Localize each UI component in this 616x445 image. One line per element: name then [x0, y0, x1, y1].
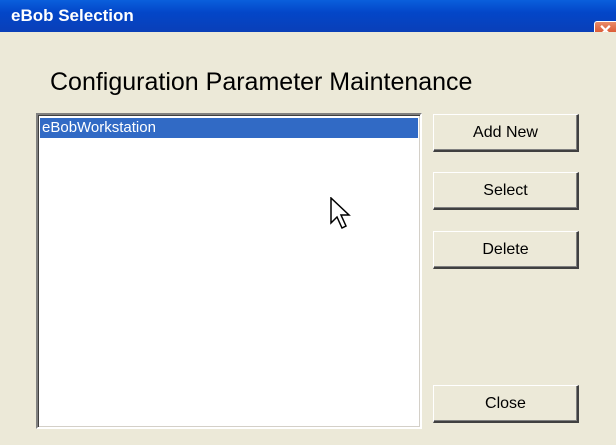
page-title: Configuration Parameter Maintenance — [50, 68, 473, 96]
configuration-listbox[interactable]: eBobWorkstation — [36, 113, 422, 429]
list-item[interactable]: eBobWorkstation — [40, 118, 418, 138]
delete-button[interactable]: Delete — [433, 231, 579, 269]
mouse-cursor-icon — [330, 197, 351, 230]
close-button[interactable]: Close — [433, 385, 579, 423]
window-title: eBob Selection — [11, 6, 134, 25]
add-new-button[interactable]: Add New — [433, 114, 579, 152]
title-bar[interactable]: eBob Selection — [0, 0, 616, 32]
select-button[interactable]: Select — [433, 172, 579, 210]
